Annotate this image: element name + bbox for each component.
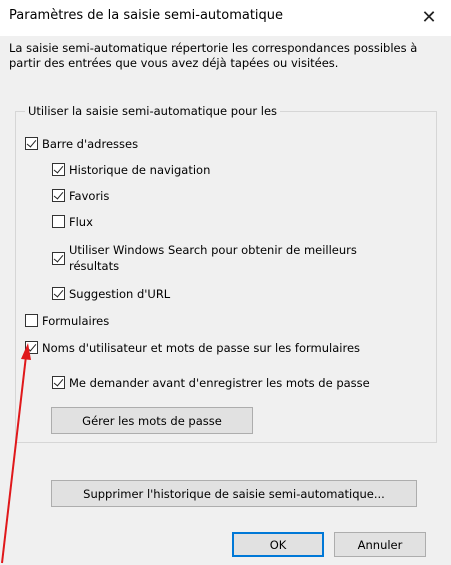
usernames-passwords-label: Noms d'utilisateur et mots de passe sur …	[42, 341, 361, 355]
favorites-checkbox[interactable]	[52, 189, 65, 202]
manage-passwords-button[interactable]: Gérer les mots de passe	[51, 407, 253, 434]
url-suggestion-checkbox[interactable]	[52, 287, 65, 300]
checkbox-forms[interactable]: Formulaires	[25, 313, 109, 329]
delete-history-button[interactable]: Supprimer l'historique de saisie semi-au…	[51, 480, 417, 507]
close-icon[interactable]: ✕	[415, 4, 443, 32]
checkbox-usernames-passwords[interactable]: Noms d'utilisateur et mots de passe sur …	[25, 340, 360, 356]
feeds-checkbox[interactable]	[52, 215, 65, 228]
checkbox-feeds[interactable]: Flux	[52, 214, 93, 230]
favorites-label: Favoris	[69, 189, 110, 203]
checkbox-address-bar[interactable]: Barre d'adresses	[25, 136, 138, 152]
checkbox-windows-search[interactable]: Utiliser Windows Search pour obtenir de …	[52, 242, 409, 274]
title-bar: Paramètres de la saisie semi-automatique…	[0, 0, 451, 36]
checkbox-history[interactable]: Historique de navigation	[52, 162, 210, 178]
autocomplete-settings-dialog: Paramètres de la saisie semi-automatique…	[0, 0, 451, 565]
address-bar-label: Barre d'adresses	[42, 137, 139, 151]
group-legend: Utiliser la saisie semi-automatique pour…	[25, 103, 281, 119]
dialog-title: Paramètres de la saisie semi-automatique	[9, 8, 284, 23]
checkbox-url-suggestion[interactable]: Suggestion d'URL	[52, 286, 170, 302]
windows-search-checkbox[interactable]	[52, 252, 65, 265]
cancel-button[interactable]: Annuler	[334, 532, 426, 557]
ok-button[interactable]: OK	[232, 532, 324, 557]
checkbox-favorites[interactable]: Favoris	[52, 188, 109, 204]
ask-before-saving-label: Me demander avant d'enregistrer les mots…	[69, 376, 370, 390]
autocomplete-group	[15, 111, 437, 443]
url-suggestion-label: Suggestion d'URL	[69, 287, 171, 301]
usernames-passwords-checkbox[interactable]	[25, 341, 38, 354]
history-label: Historique de navigation	[69, 163, 211, 177]
forms-checkbox[interactable]	[25, 314, 38, 327]
description-text: La saisie semi-automatique répertorie le…	[9, 41, 418, 70]
feeds-label: Flux	[69, 215, 93, 229]
ask-before-saving-checkbox[interactable]	[52, 376, 65, 389]
forms-label: Formulaires	[42, 314, 110, 328]
checkbox-ask-before-saving[interactable]: Me demander avant d'enregistrer les mots…	[52, 375, 370, 391]
windows-search-label: Utiliser Windows Search pour obtenir de …	[69, 243, 357, 273]
address-bar-checkbox[interactable]	[25, 137, 38, 150]
history-checkbox[interactable]	[52, 163, 65, 176]
